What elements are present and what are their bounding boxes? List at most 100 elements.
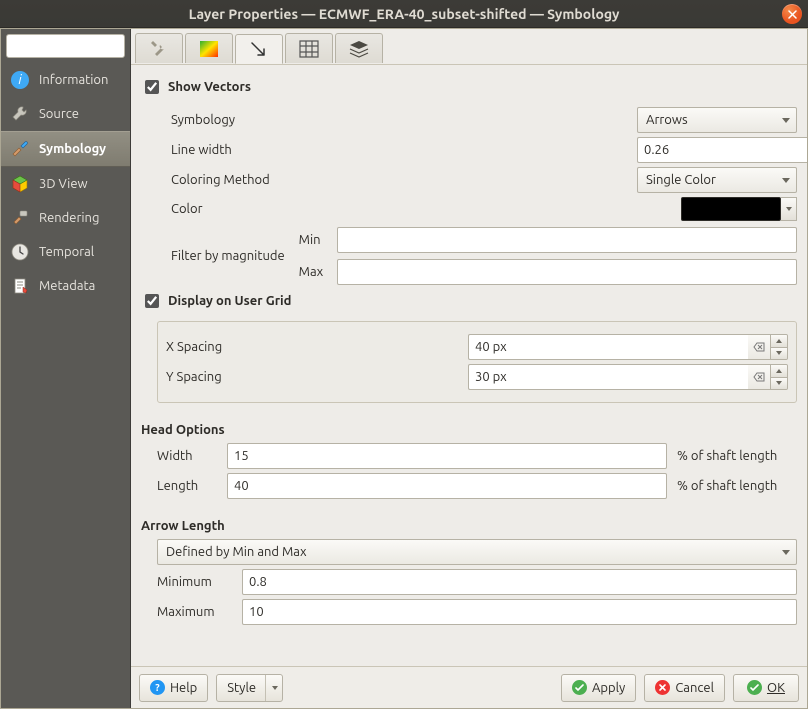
head-width-unit: % of shaft length (677, 449, 797, 463)
x-icon (788, 10, 797, 19)
chevron-up-icon (776, 369, 782, 373)
button-label: Style (227, 681, 256, 695)
spin-up[interactable] (771, 335, 787, 348)
chevron-down-icon (776, 351, 782, 355)
brush-icon (9, 138, 31, 160)
spin-down[interactable] (771, 378, 787, 390)
hammer-wrench-icon (148, 39, 170, 59)
x-spacing-label: X Spacing (166, 340, 256, 354)
close-button[interactable] (782, 4, 802, 24)
sidebar-item-label: Rendering (39, 211, 99, 225)
symbology-tab-bar (131, 29, 807, 65)
button-label: Cancel (675, 681, 714, 695)
spin-up[interactable] (771, 365, 787, 378)
note-icon (9, 275, 31, 297)
sidebar-item-symbology[interactable]: Symbology (1, 131, 130, 167)
window-titlebar: Layer Properties — ECMWF_ERA-40_subset-s… (0, 0, 808, 28)
coloring-method-label: Coloring Method (171, 173, 311, 187)
spin-down[interactable] (771, 348, 787, 360)
sidebar-item-label: Temporal (39, 245, 94, 259)
sidebar-item-label: Metadata (39, 279, 95, 293)
display-user-grid-checkbox[interactable]: Display on User Grid (141, 291, 797, 311)
arrow-max-input[interactable] (242, 599, 797, 625)
clear-button[interactable] (748, 334, 770, 360)
cancel-button[interactable]: Cancel (644, 674, 725, 702)
combo-value: Defined by Min and Max (166, 545, 307, 559)
filter-by-magnitude-label: Filter by magnitude (171, 249, 285, 263)
color-dropdown[interactable] (781, 197, 797, 221)
check-icon (572, 680, 587, 695)
clear-icon (753, 372, 765, 382)
chevron-down-icon (776, 381, 782, 385)
arrow-min-input[interactable] (242, 569, 797, 595)
filter-max-input[interactable] (337, 259, 797, 285)
symbology-label: Symbology (171, 113, 311, 127)
display-user-grid-label: Display on User Grid (168, 294, 291, 308)
head-length-label: Length (157, 479, 217, 493)
show-vectors-input[interactable] (145, 80, 159, 94)
sidebar-item-source[interactable]: Source (1, 97, 130, 131)
clear-icon (753, 342, 765, 352)
x-spacing-input[interactable] (468, 334, 748, 360)
combo-value: Arrows (646, 113, 688, 127)
button-label: Apply (592, 681, 625, 695)
sidebar-item-information[interactable]: i Information (1, 63, 130, 97)
sidebar-search[interactable] (6, 34, 125, 58)
stack-icon (348, 40, 370, 58)
help-button[interactable]: ? Help (139, 674, 208, 702)
tab-contours[interactable] (185, 33, 233, 63)
head-width-input[interactable] (227, 443, 667, 469)
arrow-max-label: Maximum (157, 605, 232, 619)
sidebar-item-label: Information (39, 73, 108, 87)
tab-mesh[interactable] (285, 33, 333, 63)
window-title: Layer Properties — ECMWF_ERA-40_subset-s… (189, 6, 620, 22)
coloring-method-combo[interactable]: Single Color (637, 167, 797, 193)
arrow-length-mode-combo[interactable]: Defined by Min and Max (157, 539, 797, 565)
sidebar-item-temporal[interactable]: Temporal (1, 235, 130, 269)
combo-value: Single Color (646, 173, 716, 187)
filter-min-label: Min (299, 233, 324, 247)
filter-max-label: Max (299, 265, 324, 279)
dialog-button-bar: ? Help Style Apply (131, 666, 807, 708)
vector-arrow-icon (248, 39, 270, 59)
show-vectors-checkbox[interactable]: Show Vectors (141, 77, 797, 97)
sidebar-item-metadata[interactable]: Metadata (1, 269, 130, 303)
sidebar-item-label: Symbology (39, 142, 106, 156)
button-label: Help (170, 681, 197, 695)
button-label: OK (767, 681, 785, 695)
arrow-length-title: Arrow Length (141, 513, 797, 533)
ok-button[interactable]: OK (733, 674, 799, 702)
style-button[interactable]: Style (216, 674, 283, 702)
chevron-up-icon (776, 339, 782, 343)
tab-vectors[interactable] (235, 34, 283, 64)
cube-icon (9, 173, 31, 195)
filter-min-input[interactable] (337, 227, 797, 253)
sidebar-item-rendering[interactable]: Rendering (1, 201, 130, 235)
check-icon (747, 680, 762, 695)
wrench-icon (9, 103, 31, 125)
clear-button[interactable] (748, 364, 770, 390)
help-icon: ? (150, 680, 165, 695)
clock-icon (9, 241, 31, 263)
show-vectors-label: Show Vectors (168, 80, 251, 94)
information-icon: i (9, 69, 31, 91)
apply-button[interactable]: Apply (561, 674, 636, 702)
vectors-form: Show Vectors Symbology Arrows Line width (131, 65, 807, 666)
tab-general[interactable] (135, 33, 183, 63)
line-width-label: Line width (171, 143, 311, 157)
gradient-icon (199, 40, 219, 58)
tab-averaging[interactable] (335, 33, 383, 63)
color-swatch[interactable] (681, 197, 781, 221)
chevron-down-icon (786, 207, 792, 211)
y-spacing-input[interactable] (468, 364, 748, 390)
x-icon (655, 680, 670, 695)
line-width-input[interactable] (637, 137, 807, 163)
display-user-grid-input[interactable] (145, 294, 159, 308)
symbology-combo[interactable]: Arrows (637, 107, 797, 133)
sidebar-item-3d-view[interactable]: 3D View (1, 167, 130, 201)
head-length-unit: % of shaft length (677, 479, 797, 493)
chevron-down-icon (272, 686, 278, 690)
head-length-input[interactable] (227, 473, 667, 499)
color-label: Color (171, 202, 311, 216)
sidebar-item-label: 3D View (39, 177, 88, 191)
